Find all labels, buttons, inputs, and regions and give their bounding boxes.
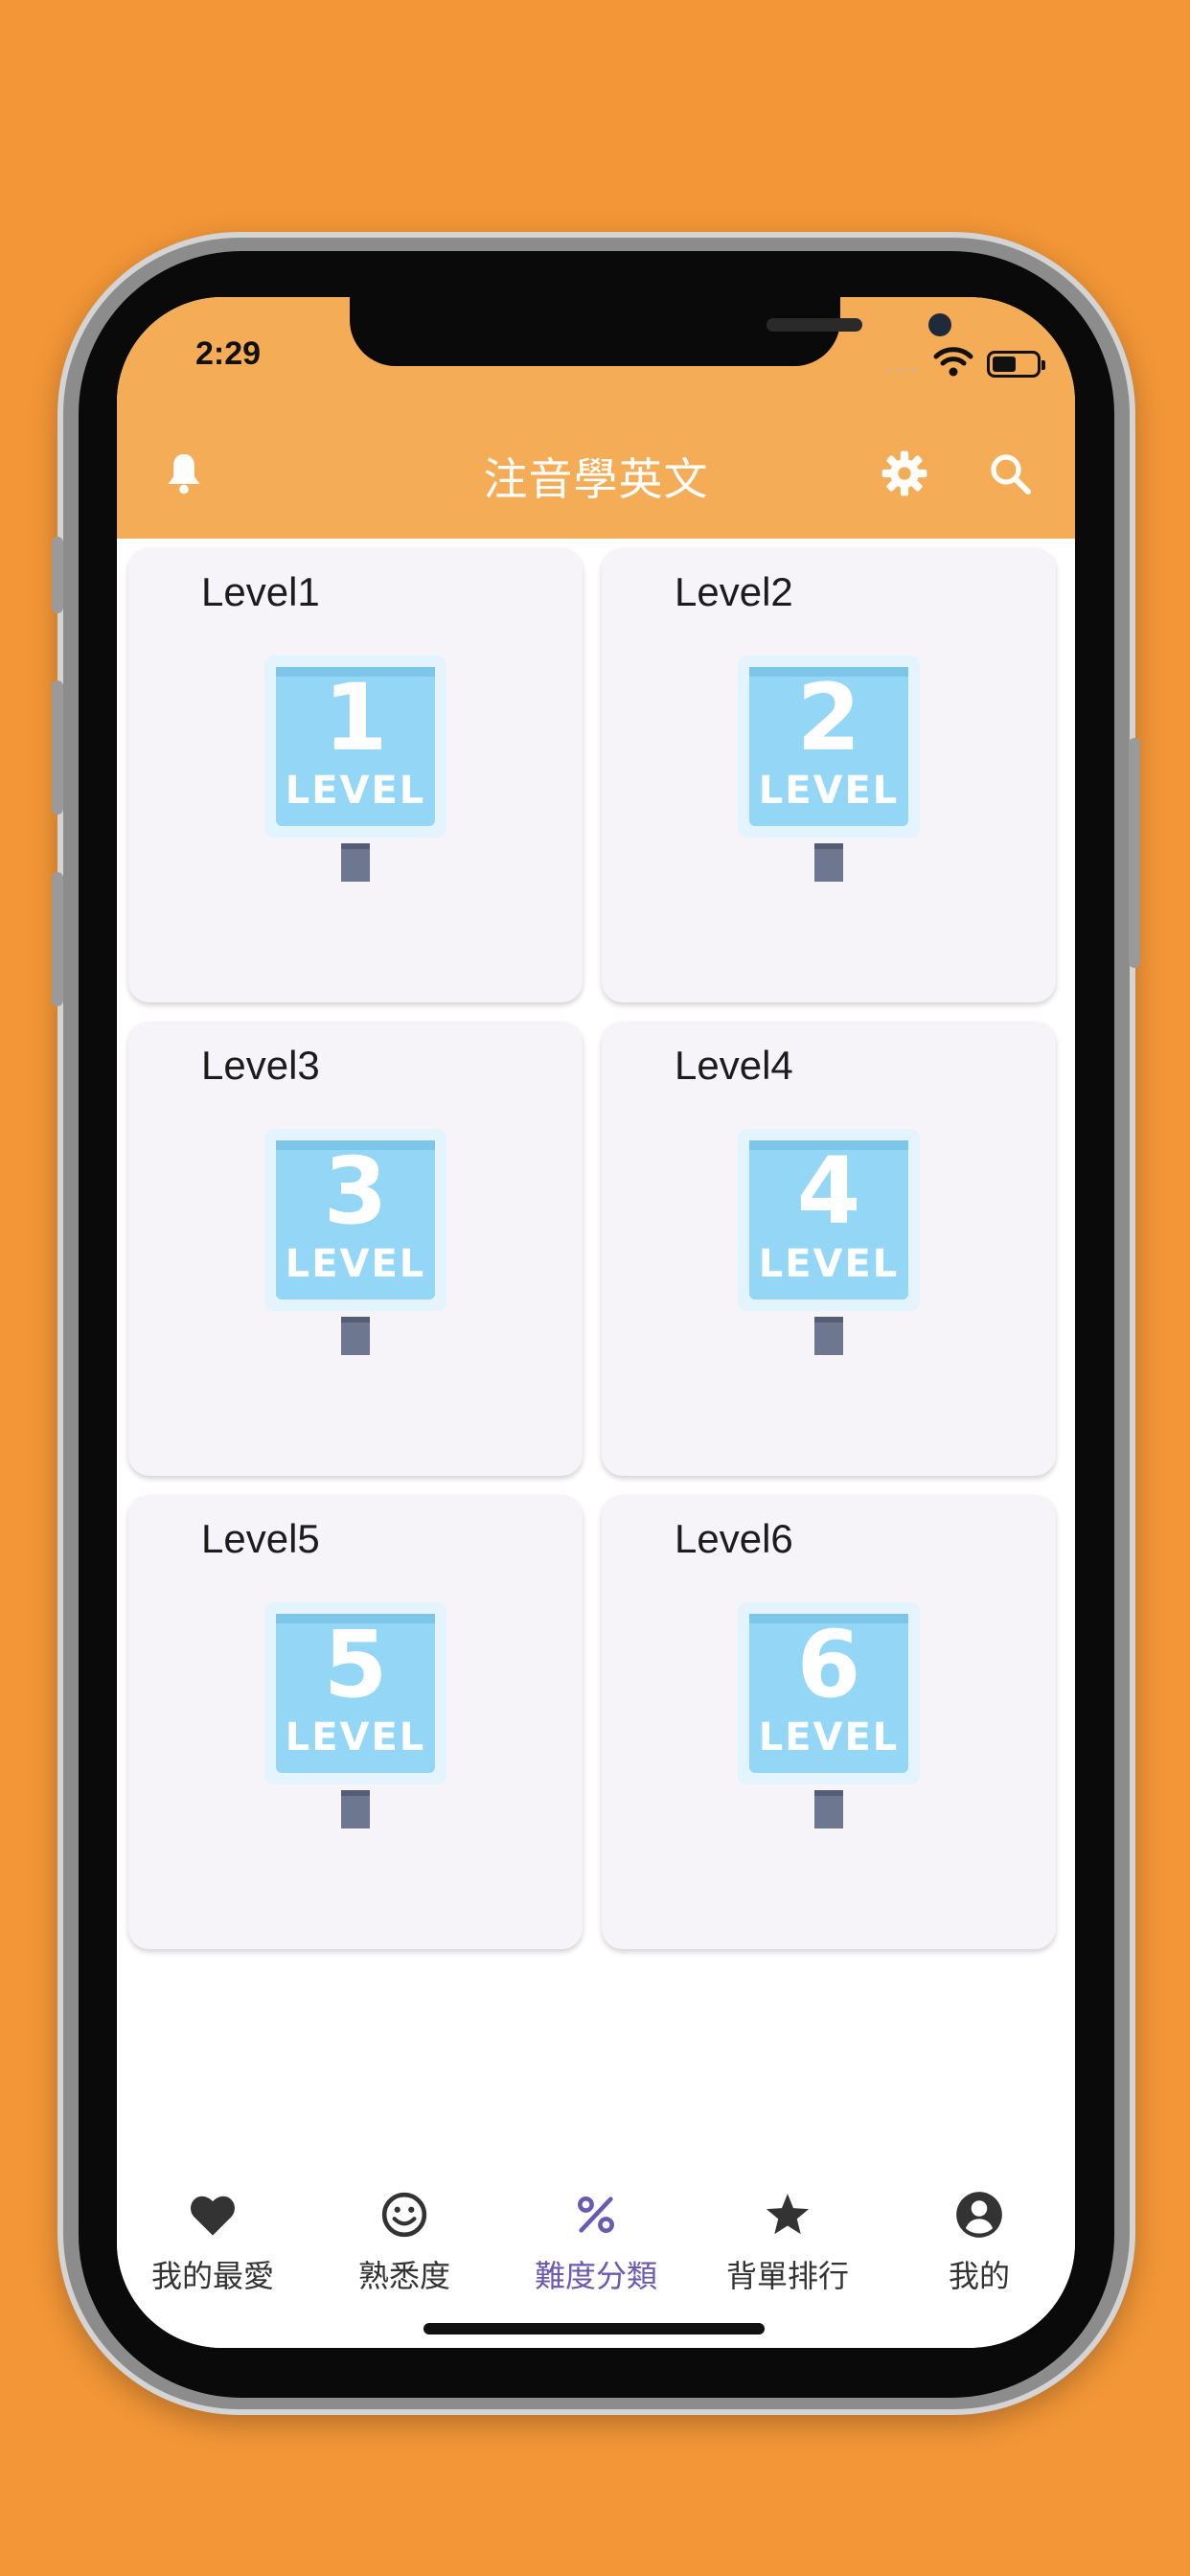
signal-dots: .... [886,350,920,377]
nav-label: 背單排行 [725,2259,849,2293]
level-grid: Level1 1 LEVEL Level2 2 LEVEL Level3 3 L… [128,548,1064,1949]
level-sign-word: LEVEL [285,769,426,813]
level-sign-word: LEVEL [758,1242,900,1286]
nav-label: 熟悉度 [357,2259,450,2293]
level-sign-icon: 3 LEVEL [264,1129,446,1355]
status-time: 2:29 [195,335,262,372]
level-card-label: Level4 [675,1043,793,1088]
phone-volume-down [52,872,63,1006]
level-card-label: Level5 [201,1516,320,1561]
level-card-label: Level3 [201,1043,320,1088]
app-header: 2:29 .... 注音學英文 [117,297,1075,539]
level-sign-number: 6 [796,1611,861,1718]
level-sign-word: LEVEL [285,1242,426,1286]
account-icon [883,2185,1075,2244]
wifi-icon [933,345,973,382]
phone-power-button [1129,738,1140,968]
level-card-4[interactable]: Level4 4 LEVEL [602,1022,1056,1476]
level-sign-icon: 1 LEVEL [264,656,446,882]
level-card-1[interactable]: Level1 1 LEVEL [128,548,583,1002]
level-card-6[interactable]: Level6 6 LEVEL [602,1495,1056,1949]
level-card-2[interactable]: Level2 2 LEVEL [602,548,1056,1002]
front-camera [928,313,951,336]
nav-item-difficulty[interactable]: 難度分類 [500,2185,692,2296]
level-sign-number: 2 [796,664,861,771]
level-sign-number: 5 [323,1611,388,1718]
phone-side-button [52,537,63,613]
level-sign-icon: 2 LEVEL [738,656,920,882]
speaker [767,318,862,332]
level-sign-icon: 6 LEVEL [738,1602,920,1828]
notch [350,297,951,366]
level-card-label: Level6 [675,1516,793,1561]
bottom-nav: 我的最愛 熟悉度 難度分類 背單排行 我的 [117,2156,1075,2348]
nav-label: 難度分類 [534,2259,657,2293]
level-card-label: Level2 [675,569,793,614]
home-indicator[interactable] [423,2323,765,2334]
gear-icon[interactable] [880,448,929,498]
nav-item-ranking[interactable]: 背單排行 [692,2185,883,2296]
level-sign-icon: 4 LEVEL [738,1129,920,1355]
level-card-5[interactable]: Level5 5 LEVEL [128,1495,583,1949]
page-title: 注音學英文 [483,454,709,504]
level-sign-word: LEVEL [758,1715,900,1760]
level-card-label: Level1 [201,569,320,614]
level-card-3[interactable]: Level3 3 LEVEL [128,1022,583,1476]
status-indicators: .... [886,345,1045,382]
nav-label: 我的最愛 [150,2259,274,2293]
level-sign-number: 4 [796,1138,861,1245]
battery-icon [987,350,1045,378]
level-sign-word: LEVEL [758,769,900,813]
nav-item-profile[interactable]: 我的 [883,2185,1075,2296]
level-sign-icon: 5 LEVEL [264,1602,446,1828]
level-sign-number: 3 [323,1138,388,1245]
level-sign-number: 1 [323,664,388,771]
nav-label: 我的 [948,2259,1010,2293]
star-icon [692,2185,883,2244]
level-sign-word: LEVEL [285,1715,426,1760]
phone-volume-up [52,680,63,815]
nav-item-familiarity[interactable]: 熟悉度 [309,2185,500,2296]
heart-icon [117,2185,309,2244]
nav-item-favorites[interactable]: 我的最愛 [117,2185,309,2296]
percent-icon [500,2185,692,2244]
app-screen: 2:29 .... 注音學英文 Level1 1 LEVEL Level2 2 … [117,297,1075,2348]
search-icon[interactable] [985,448,1035,498]
smiley-icon [309,2185,500,2244]
